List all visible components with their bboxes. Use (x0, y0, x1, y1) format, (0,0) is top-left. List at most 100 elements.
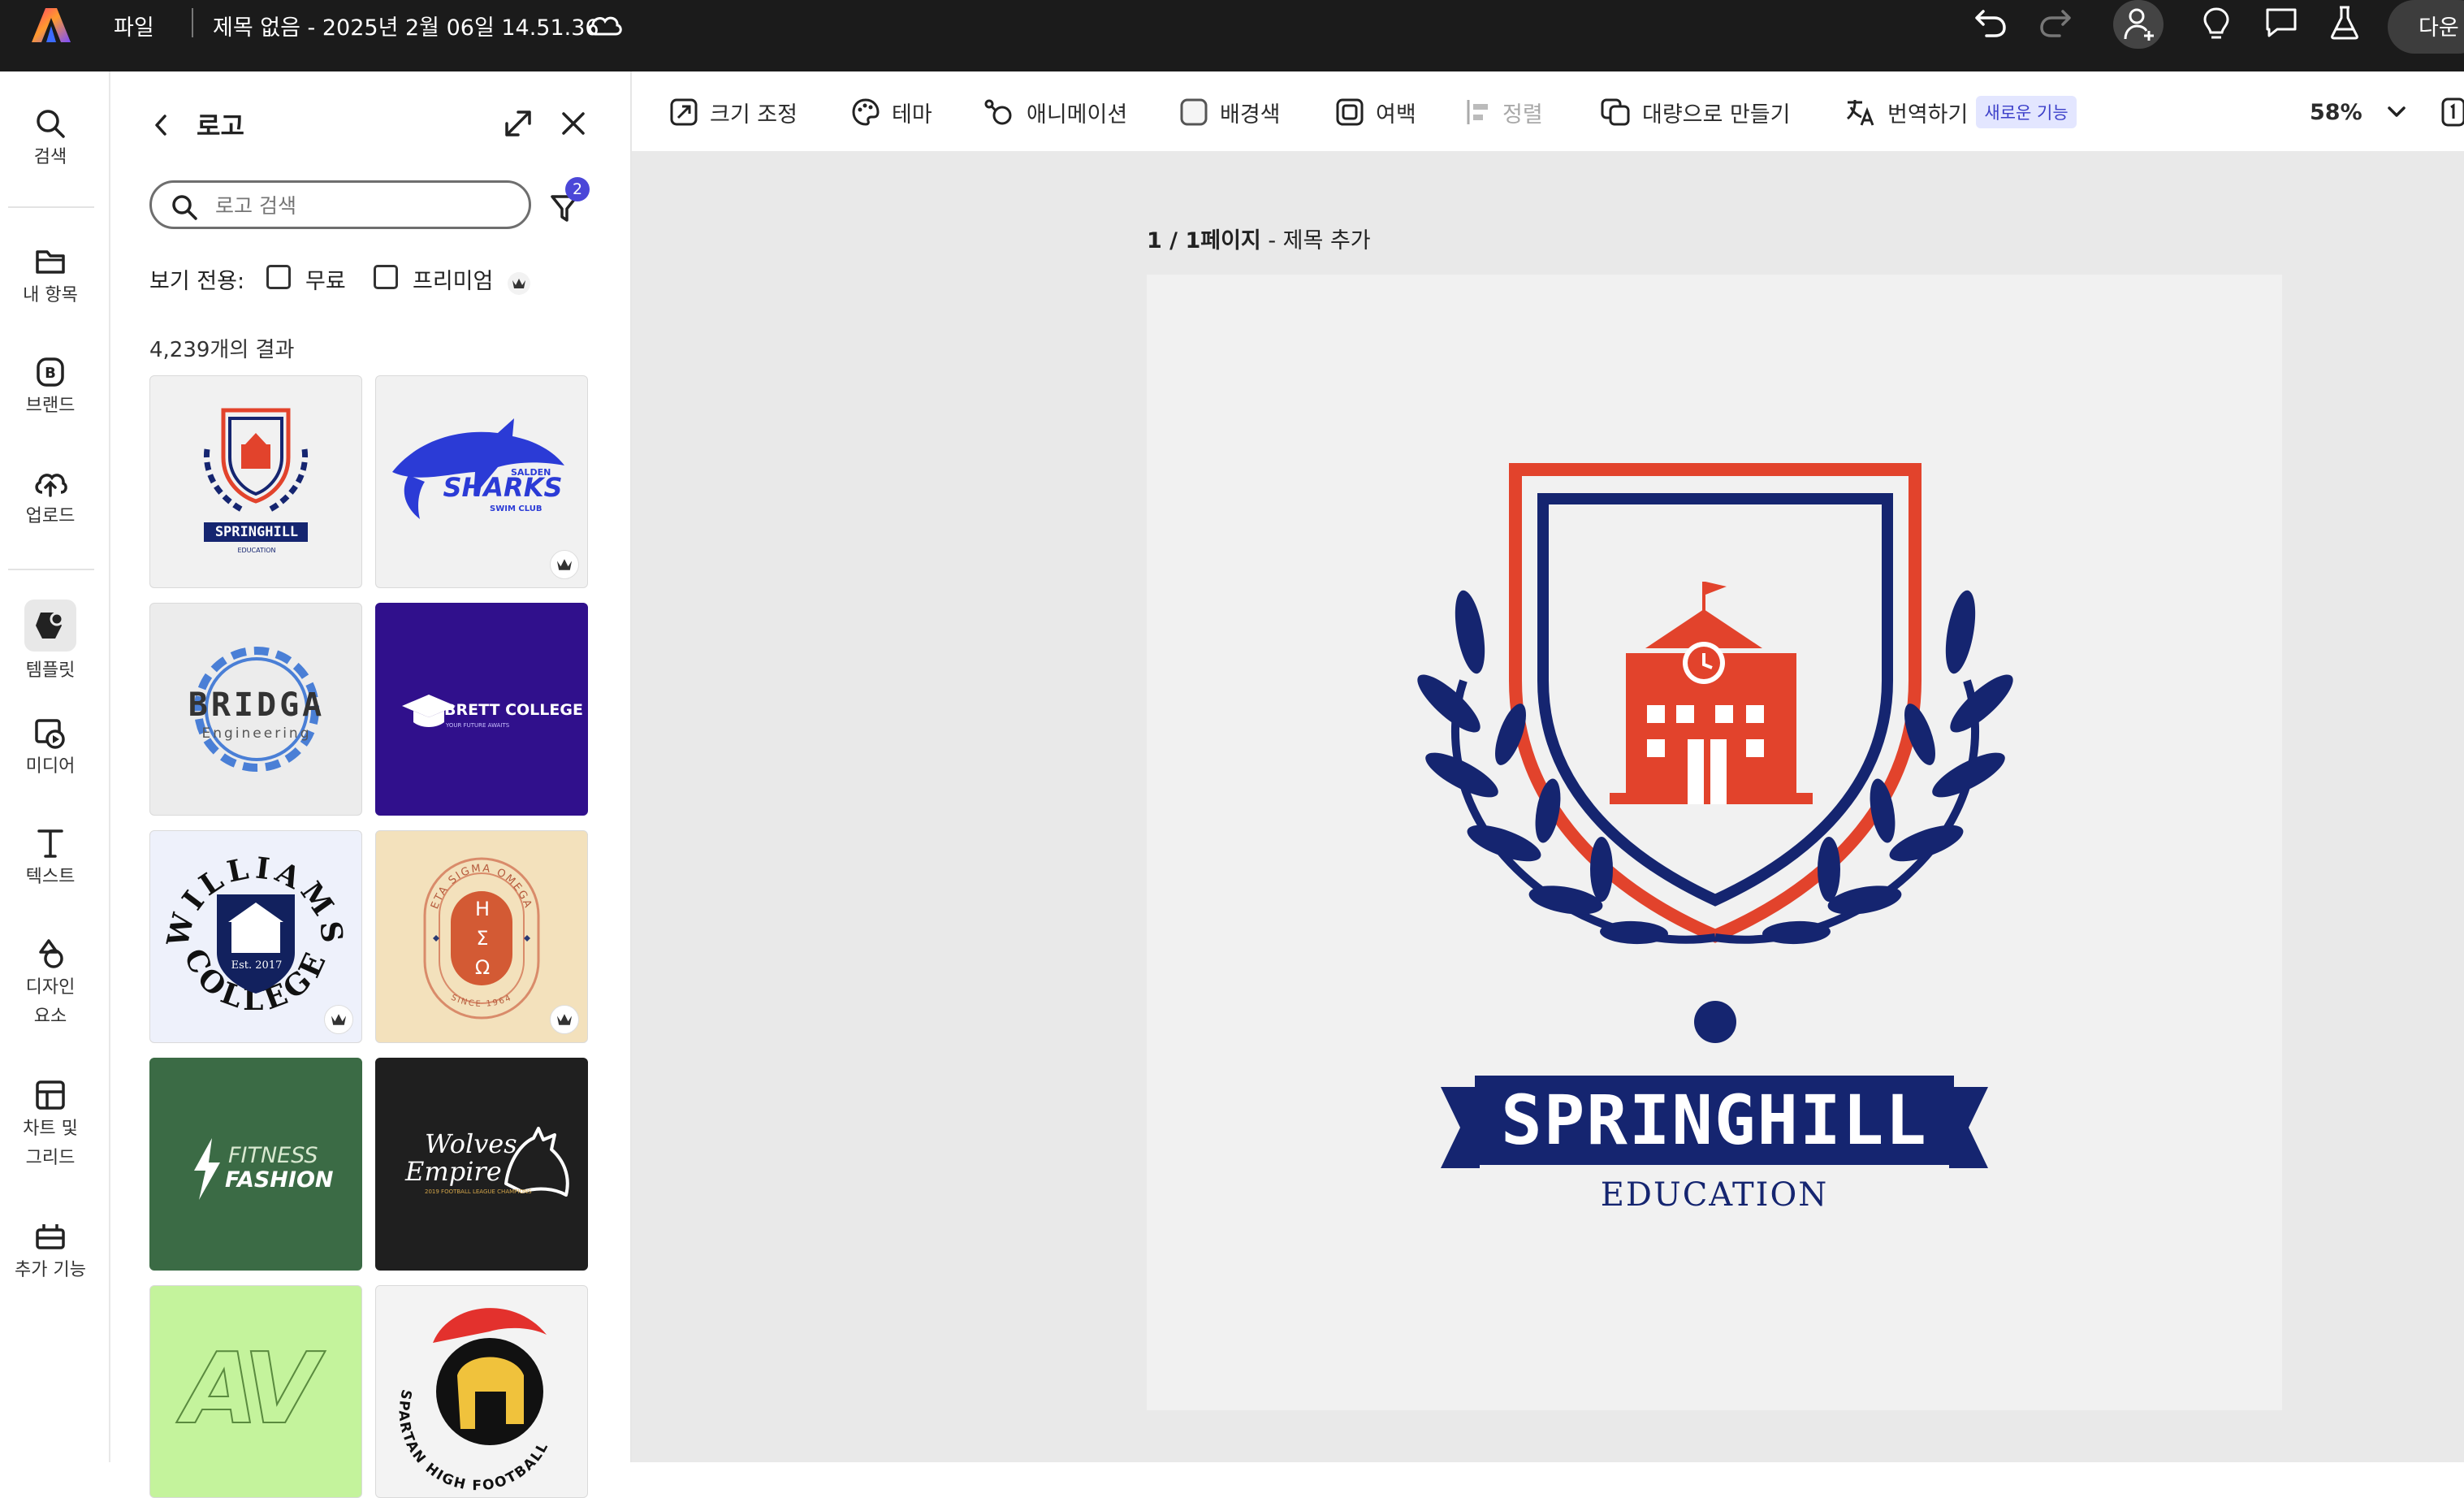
theme-label: 테마 (892, 102, 932, 128)
svg-text:SINCE 1964: SINCE 1964 (449, 994, 513, 1009)
sharks-thumb-name: SHARKS (443, 472, 563, 503)
folder-icon (36, 250, 65, 274)
eta-thumb-bottom: SINCE 1964 (449, 994, 512, 1009)
rail-item-my-stuff[interactable]: 내 항목 (0, 242, 101, 310)
align-button[interactable]: 정렬 (1465, 94, 1543, 130)
translate-button[interactable]: 번역하기 새로운 기능 (1845, 94, 2077, 130)
editor-toolbar: 크기 조정 테마 애니메이션 배경색 여백 정렬 대량으로 만들기 번역하기 새… (632, 71, 2464, 151)
rail-item-search[interactable]: 검색 (0, 104, 101, 172)
bridga-thumb-sub: Engineering (201, 725, 312, 742)
template-thumbnail-brett-college[interactable]: BRETT COLLEGE YOUR FUTURE AWAITS (375, 603, 588, 816)
rail-item-media[interactable]: 미디어 (0, 713, 101, 781)
template-thumbnail-bridga[interactable]: BRIDGA Engineering (149, 603, 362, 816)
file-menu[interactable]: 파일 (114, 10, 154, 41)
bulk-create-button[interactable]: 대량으로 만들기 (1600, 94, 1790, 130)
williams-thumb-est: Est. 2017 (231, 959, 283, 972)
logo-panel: 로고 2 보기 전용: 무료 프리미엄 4,239개의 결과 SPRINGHIL… (110, 71, 632, 1498)
av-thumb-name: AV (182, 1332, 320, 1447)
premium-label: 프리미엄 (413, 269, 494, 294)
lightbulb-icon[interactable] (2202, 6, 2230, 41)
results-count: 4,239개의 결과 (149, 338, 295, 362)
rail-item-text[interactable]: 텍스트 (0, 824, 101, 892)
svg-text:B: B (45, 365, 56, 382)
page-number: 1 / 1페이지 (1147, 228, 1261, 253)
rail-label: 차트 및 (23, 1119, 78, 1139)
rail-item-design-elements[interactable]: 디자인 요소 (0, 934, 101, 1032)
springhill-crest-logo[interactable] (1147, 275, 2282, 1410)
sharks-thumb-sub: SWIM CLUB (490, 504, 543, 513)
comment-icon[interactable] (2264, 6, 2298, 39)
search-field[interactable] (149, 180, 531, 229)
translate-icon (1847, 100, 1874, 126)
back-chevron-icon[interactable] (151, 112, 171, 138)
brett-thumb-sub: YOUR FUTURE AWAITS (446, 722, 510, 729)
template-thumbnail-springhill[interactable]: SPRINGHILL EDUCATION (149, 375, 362, 588)
chevron-down-icon (2387, 106, 2406, 117)
search-input[interactable] (214, 189, 517, 222)
undo-icon[interactable] (1973, 6, 2008, 39)
design-page[interactable]: SPRINGHILL EDUCATION (1147, 275, 2282, 1410)
rail-item-brand[interactable]: B 브랜드 (0, 353, 101, 421)
rail-label: 검색 (33, 147, 67, 167)
template-thumbnail-spartan[interactable]: SPARTAN HIGH FOOTBALL (375, 1285, 588, 1498)
premium-checkbox[interactable] (374, 265, 398, 289)
resize-label: 크기 조정 (710, 102, 798, 128)
bridga-thumb-name: BRIDGA (188, 686, 326, 724)
template-thumbnail-fitness-fashion[interactable]: FITNESS FASHION (149, 1058, 362, 1271)
fitness-thumb-name: FITNESS (228, 1143, 318, 1168)
animation-button[interactable]: 애니메이션 (983, 94, 1127, 130)
title-divider (192, 8, 193, 37)
rail-item-add-ons[interactable]: 추가 기능 (0, 1217, 101, 1285)
theme-button[interactable]: 테마 (851, 94, 932, 130)
labs-flask-icon[interactable] (2329, 5, 2360, 41)
wolves-thumb-name: Wolves (425, 1128, 517, 1159)
template-thumbnail-sharks[interactable]: SALDEN SHARKS SWIM CLUB (375, 375, 588, 588)
rail-item-charts-grids[interactable]: 차트 및 그리드 (0, 1076, 101, 1173)
template-thumbnail-williams-college[interactable]: WILLIAMS COLLEGE Est. 2017 (149, 830, 362, 1043)
eta-thumb-letter-3: Ω (474, 956, 491, 979)
eta-thumb-letter-2: Σ (476, 927, 489, 950)
rail-item-upload[interactable]: 업로드 (0, 463, 101, 531)
rail-label: 내 항목 (23, 285, 78, 305)
cloud-icon[interactable] (586, 11, 624, 37)
zoom-dropdown[interactable]: 58% (2310, 94, 2418, 130)
rail-divider (8, 569, 94, 570)
template-thumbnail-eta-sigma-omega[interactable]: ETA SIGMA OMEGA SINCE 1964 H Σ Ω (375, 830, 588, 1043)
logo-subtitle-text[interactable]: EDUCATION (1475, 1176, 1954, 1214)
rail-item-templates[interactable]: 템플릿 (0, 600, 101, 686)
download-button-label: 다운 (2419, 15, 2459, 41)
download-button[interactable]: 다운 (2388, 0, 2464, 54)
lightning-icon (194, 1138, 220, 1200)
adobe-express-logo-icon[interactable] (31, 6, 71, 44)
logo-name-text[interactable]: SPRINGHILL (1475, 1076, 1954, 1165)
free-checkbox[interactable] (266, 265, 291, 289)
spartan-helmet-icon: SPARTAN HIGH FOOTBALL (396, 1308, 551, 1494)
close-icon[interactable] (559, 109, 588, 138)
document-title[interactable]: 제목 없음 - 2025년 2월 06일 14.51.36 (213, 10, 599, 41)
redo-icon[interactable] (2038, 6, 2073, 39)
background-color-button[interactable]: 배경색 (1179, 94, 1281, 130)
template-thumbnail-wolves-empire[interactable]: Wolves Empire 2019 FOOTBALL LEAGUE CHAMP… (375, 1058, 588, 1271)
springhill-thumb-art (203, 408, 309, 542)
pages-icon[interactable] (2440, 96, 2464, 128)
premium-crown-icon (550, 550, 579, 579)
animation-label: 애니메이션 (1027, 102, 1128, 128)
top-bar: 파일 제목 없음 - 2025년 2월 06일 14.51.36 다운 (0, 0, 2464, 71)
rail-label: 템플릿 (25, 660, 76, 681)
resize-button[interactable]: 크기 조정 (669, 94, 798, 130)
animation-icon (984, 99, 1012, 125)
page-header: 1 / 1페이지 - 제목 추가 (1147, 223, 1371, 254)
page-title-input[interactable]: - 제목 추가 (1268, 228, 1370, 253)
new-feature-badge: 새로운 기능 (1976, 96, 2077, 128)
background-label: 배경색 (1220, 102, 1281, 128)
expand-icon[interactable] (502, 107, 534, 140)
rail-label: 브랜드 (25, 396, 76, 416)
margin-button[interactable]: 여백 (1335, 94, 1416, 130)
rail-active-bg (24, 600, 76, 652)
rail-label: 업로드 (25, 506, 76, 526)
empire-thumb-name: Empire (405, 1156, 502, 1187)
eta-thumb-letter-1: H (474, 898, 491, 920)
template-thumbnail-av[interactable]: AV (149, 1285, 362, 1498)
add-ons-icon (36, 1224, 65, 1249)
align-icon (1467, 100, 1488, 124)
